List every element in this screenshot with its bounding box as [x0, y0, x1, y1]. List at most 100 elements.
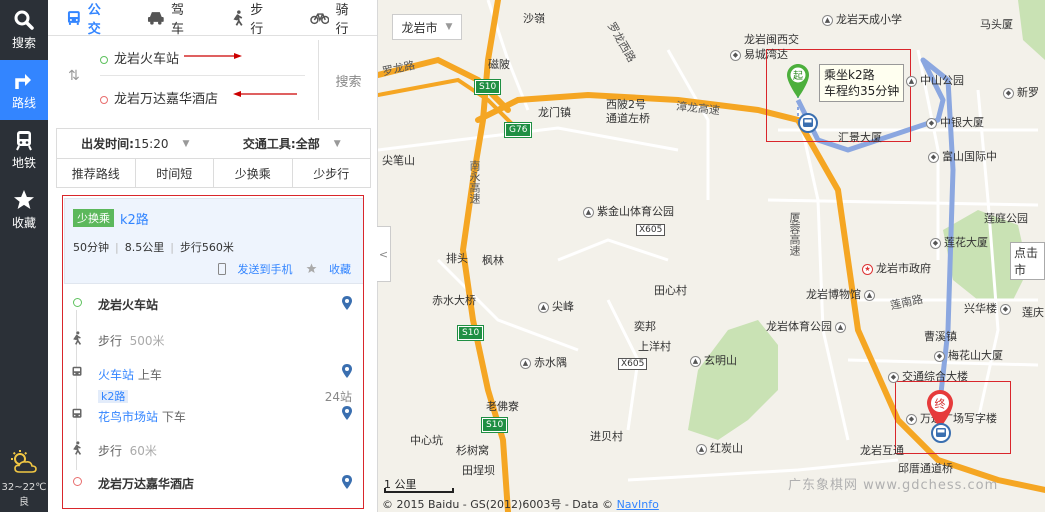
tab-shortest-time[interactable]: 时间短 [136, 159, 214, 188]
end-point-field[interactable]: 龙岩万达嘉华酒店 [100, 88, 218, 107]
tab-fewer-transfers[interactable]: 少换乘 [214, 159, 293, 188]
tool-label: 交通工具: [242, 137, 296, 151]
end-point-text: 龙岩万达嘉华酒店 [114, 92, 219, 107]
weather-sun-cloud-icon [11, 450, 37, 473]
rail-item-favorites[interactable]: 收藏 [0, 180, 48, 240]
watermark: 广东象棋网 www.gdchess.com [788, 478, 999, 493]
map-poi-label: ▲ 中山公园 [906, 72, 964, 88]
map-poi-label: 马头厦 [980, 18, 1013, 31]
red-arrow-annotation [184, 53, 242, 59]
map-poi-label: ▲ 红炭山 [696, 440, 743, 456]
route-input-box: ⇅ 龙岩火车站 龙岩万达嘉华酒店 搜索 [56, 40, 371, 120]
map-poi-label: ▲ 玄明山 [690, 352, 737, 368]
map-label: 磁陂 [488, 58, 510, 71]
tooltip-line-1: 乘坐k2路 [824, 68, 875, 82]
left-rail: 搜索 路线 地铁 收藏 32~22℃ 良 [0, 0, 48, 512]
map-label: 老佛寮 [486, 400, 519, 413]
map-poi-label: ◆ 梅花山大厦 [934, 347, 1003, 363]
map-copyright: © 2015 Baidu - GS(2012)6003号 - Data © Na… [382, 498, 659, 511]
bus-stop-icon[interactable] [931, 423, 951, 443]
map-poi-label: 龙岩闽西交 [744, 33, 799, 46]
chevron-down-icon: ▼ [182, 138, 190, 149]
chevron-down-icon: ▼ [445, 22, 453, 32]
transport-tool-select[interactable]: 交通工具: 全部 ▼ [214, 129, 371, 158]
route-tooltip: 乘坐k2路 车程约35分钟 [819, 64, 905, 102]
start-marker-icon[interactable]: 起 [787, 64, 809, 98]
highway-shield: G76 [503, 122, 533, 138]
map-poi-label: 龙岩博物馆 ▲ [806, 286, 878, 302]
weather-quality: 良 [19, 497, 29, 508]
highlight-box [62, 195, 364, 509]
end-marker-text: 终 [935, 397, 946, 411]
chevron-down-icon: ▼ [333, 138, 341, 149]
tab-bike[interactable]: 骑行 [292, 0, 377, 37]
swap-icon[interactable]: ⇅ [68, 68, 80, 84]
rail-item-route[interactable]: 路线 [0, 60, 48, 120]
start-point-field[interactable]: 龙岩火车站 [100, 48, 179, 67]
rail-item-label: 收藏 [11, 216, 36, 230]
rail-item-subway[interactable]: 地铁 [0, 120, 48, 180]
map-poi-label: ▲ 尖峰 [538, 298, 574, 314]
tab-recommended[interactable]: 推荐路线 [57, 159, 136, 188]
map-label: 排头 [446, 252, 468, 265]
map-road-label: 南永高速 [468, 160, 481, 204]
navinfo-link[interactable]: NavInfo [617, 498, 659, 511]
weather-widget[interactable]: 32~22℃ 良 [0, 449, 48, 508]
map-canvas[interactable]: 龙岩市 ▼ 沙嶺 罗龙西路 ▲ 龙岩天成小学 马头厦 罗龙路 S10 磁陂 龙岩闽西… [378, 0, 1045, 512]
depart-time-select[interactable]: 出发时间: 15:20 ▼ [57, 129, 214, 158]
rail-item-search[interactable]: 搜索 [0, 0, 48, 60]
tab-label: 步行 [250, 2, 264, 37]
city-name: 龙岩市 [401, 20, 438, 35]
red-arrow-annotation [233, 91, 297, 97]
map-label: 龙门镇 [538, 106, 571, 119]
city-selector[interactable]: 龙岩市 ▼ [392, 14, 462, 40]
map-label: 进贝村 [590, 430, 623, 443]
tab-label: 驾车 [170, 2, 184, 37]
map-label: 曹溪镇 [924, 330, 957, 343]
bus-icon [67, 10, 80, 25]
tab-less-walking[interactable]: 少步行 [293, 159, 371, 188]
road-shield: X605 [636, 224, 666, 236]
map-poi-label: ◆ 莲花大厦 [930, 234, 988, 250]
map-label: 枫林 [482, 254, 504, 267]
start-point-text: 龙岩火车站 [114, 52, 180, 67]
rail-item-label: 搜索 [11, 36, 36, 50]
route-icon [15, 74, 31, 89]
search-button[interactable]: 搜索 [318, 40, 378, 120]
map-label: 中心坑 [410, 434, 443, 447]
depart-time-value: 15:20 [133, 136, 169, 151]
map-label: 通道左桥 [606, 112, 650, 125]
map-label: 龙岩互通 [860, 444, 904, 457]
search-icon [14, 10, 34, 30]
map-poi-label: 龙岩体育公园 ▲ [766, 318, 849, 334]
bike-icon [310, 12, 330, 24]
collapse-panel-button[interactable]: < [377, 226, 391, 282]
map-poi-label: ◆ 中银大厦 [926, 114, 984, 130]
map-poi-label: ◆ 易城湾达 [730, 46, 788, 62]
click-city-button[interactable]: 点击市 [1010, 242, 1045, 280]
map-label: 上洋村 [638, 340, 671, 353]
divider [100, 75, 305, 76]
tab-walk[interactable]: 步行 [213, 0, 292, 37]
weather-temp: 32~22℃ [1, 482, 47, 493]
map-label: 莲庆 [1022, 306, 1044, 319]
highway-shield: S10 [473, 79, 502, 95]
road-shield: X605 [618, 358, 648, 370]
tool-value: 全部 [295, 137, 320, 151]
map-poi-label: 兴华楼 ◆ [964, 300, 1014, 316]
tab-bus[interactable]: 公交 [48, 0, 129, 37]
map-poi-label: ◆ 新罗 [1003, 84, 1039, 100]
map-poi-label: ▲ 紫金山体育公园 [583, 203, 674, 219]
tab-drive[interactable]: 驾车 [129, 0, 212, 37]
end-dot-icon [100, 95, 108, 104]
route-panel: 公交 驾车 步行 骑行 ⇅ 龙岩火车站 龙岩万达嘉华酒店 搜索 出发时间: 15… [48, 0, 378, 512]
start-marker-text: 起 [793, 70, 803, 82]
map-label: 赤水大桥 [432, 294, 476, 307]
highway-shield: S10 [456, 325, 485, 341]
map-poi-label: 汇景大厦 [838, 131, 882, 144]
highway-shield: S10 [480, 417, 509, 433]
map-label: 尖笔山 [382, 154, 415, 167]
bus-stop-icon[interactable] [798, 113, 818, 133]
map-poi-label: ◆ 交通综合大楼 [888, 368, 968, 384]
tab-label: 公交 [87, 2, 101, 37]
